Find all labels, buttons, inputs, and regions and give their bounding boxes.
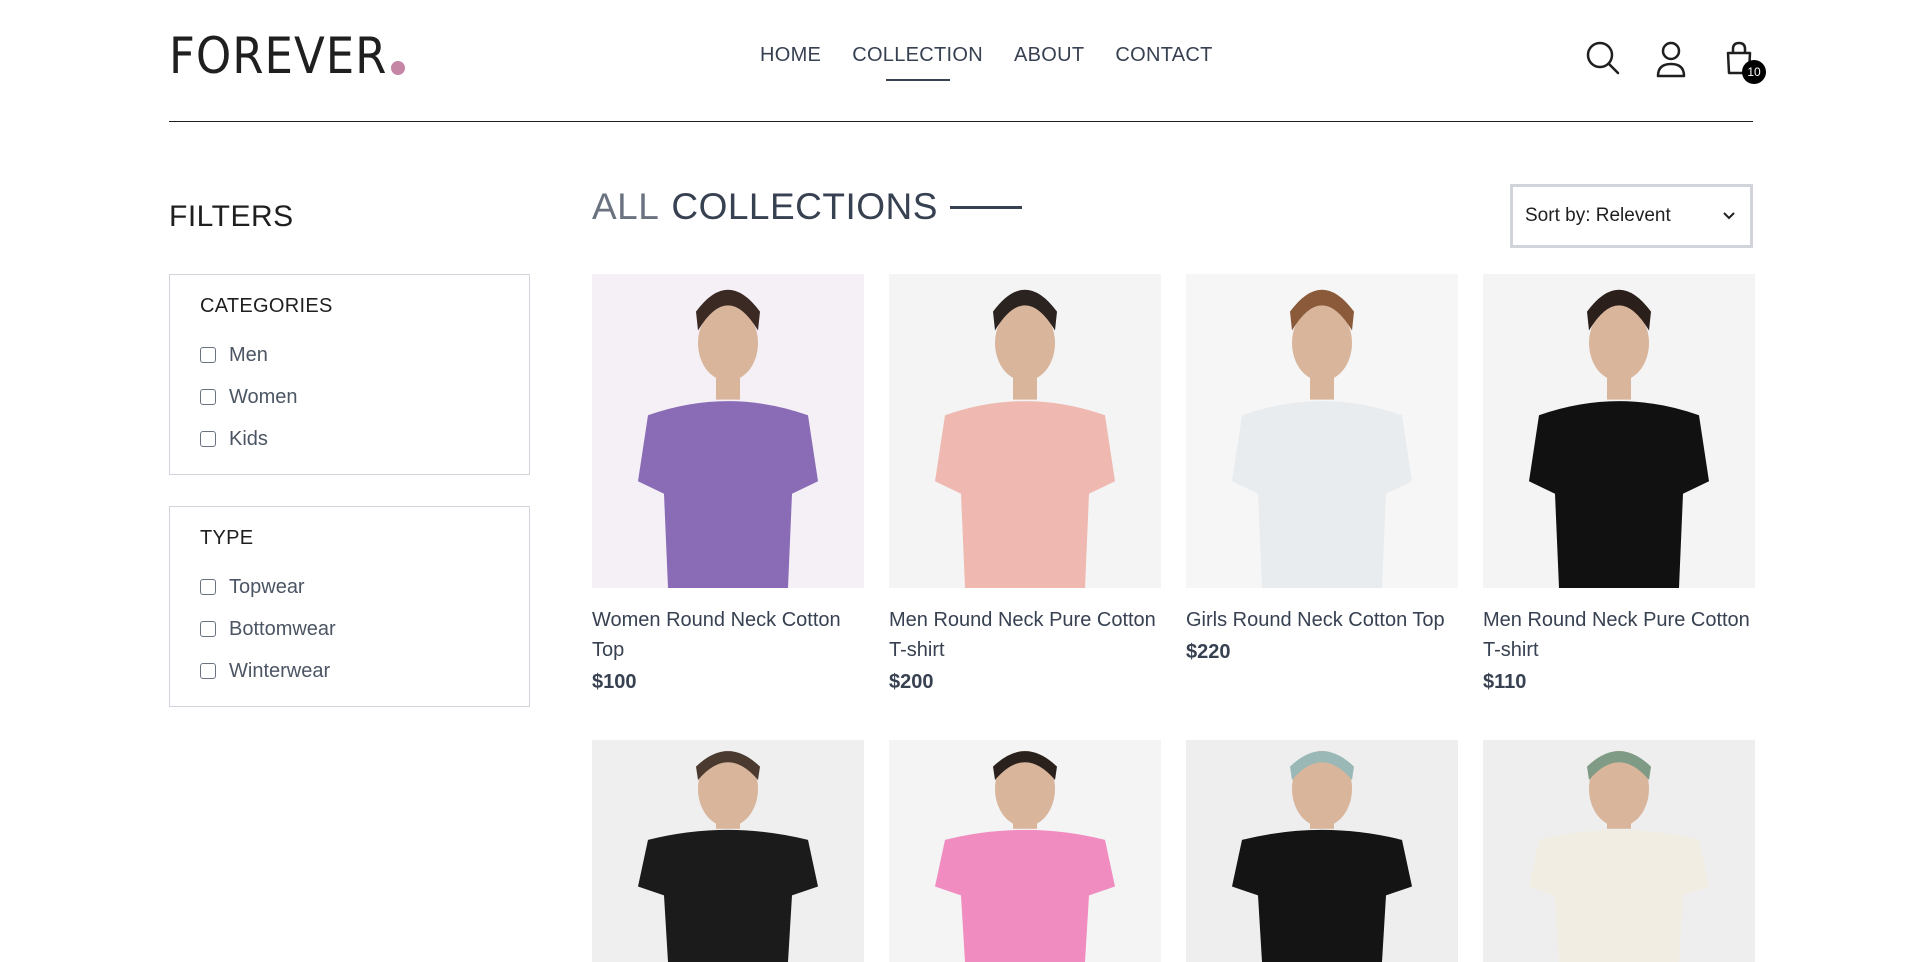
nav-about[interactable]: ABOUT <box>1014 44 1084 67</box>
header-icons: 10 <box>1585 40 1766 84</box>
header-divider <box>169 121 1753 122</box>
shopping-bag-icon[interactable]: 10 <box>1721 40 1766 84</box>
product-price: $100 <box>592 671 637 693</box>
product-card[interactable] <box>889 740 1161 962</box>
product-image[interactable] <box>1483 274 1755 588</box>
product-card[interactable] <box>592 740 864 962</box>
filter-option-winterwear[interactable]: Winterwear <box>200 650 499 692</box>
product-price: $220 <box>1186 641 1231 663</box>
product-image[interactable] <box>1186 274 1458 588</box>
sort-label: Sort by: Relevent <box>1525 205 1671 226</box>
product-name[interactable]: Women Round Neck Cotton Top <box>592 605 864 665</box>
main-nav: HOME COLLECTION ABOUT CONTACT <box>760 44 1213 67</box>
title-dark: COLLECTIONS <box>671 186 938 227</box>
product-image[interactable] <box>889 740 1161 962</box>
type-filter: TYPE Topwear Bottomwear Winterwear <box>169 506 530 707</box>
filters-title[interactable]: FILTERS <box>169 200 294 234</box>
checkbox[interactable] <box>200 431 216 447</box>
brand-name: FOREVER <box>169 27 388 85</box>
product-grid: Women Round Neck Cotton Top $100 Men Rou… <box>592 274 1755 694</box>
filter-option-topwear[interactable]: Topwear <box>200 566 499 608</box>
checkbox[interactable] <box>200 663 216 679</box>
collection-title: ALL COLLECTIONS <box>592 186 1022 228</box>
filter-option-men[interactable]: Men <box>200 334 499 376</box>
product-card[interactable]: Girls Round Neck Cotton Top $220 <box>1186 274 1458 694</box>
filter-option-women[interactable]: Women <box>200 376 499 418</box>
product-card[interactable]: Women Round Neck Cotton Top $100 <box>592 274 864 694</box>
product-image[interactable] <box>1186 740 1458 962</box>
checkbox[interactable] <box>200 621 216 637</box>
nav-collection[interactable]: COLLECTION <box>852 44 983 67</box>
nav-home[interactable]: HOME <box>760 44 821 67</box>
product-grid-row-2 <box>592 740 1755 962</box>
user-icon[interactable] <box>1653 40 1689 78</box>
product-image[interactable] <box>889 274 1161 588</box>
filter-option-bottomwear[interactable]: Bottomwear <box>200 608 499 650</box>
product-card[interactable] <box>1186 740 1458 962</box>
title-underline <box>949 205 1022 209</box>
categories-heading: CATEGORIES <box>200 295 333 317</box>
checkbox[interactable] <box>200 389 216 405</box>
product-price: $110 <box>1483 671 1527 693</box>
product-card[interactable]: Men Round Neck Pure Cotton T-shirt $200 <box>889 274 1161 694</box>
title-light: ALL <box>592 186 660 227</box>
checkbox[interactable] <box>200 579 216 595</box>
product-image[interactable] <box>1483 740 1755 962</box>
option-label: Bottomwear <box>229 617 336 640</box>
nav-contact[interactable]: CONTACT <box>1115 44 1212 67</box>
product-card[interactable]: Men Round Neck Pure Cotton T-shirt $110 <box>1483 274 1755 694</box>
option-label: Winterwear <box>229 659 331 682</box>
option-label: Men <box>229 343 268 366</box>
sort-select[interactable]: Sort by: Relevent <box>1510 184 1753 248</box>
search-icon[interactable] <box>1585 40 1621 76</box>
product-image[interactable] <box>592 740 864 962</box>
product-name[interactable]: Men Round Neck Pure Cotton T-shirt <box>1483 605 1755 665</box>
cart-count-badge: 10 <box>1742 60 1766 84</box>
categories-filter: CATEGORIES Men Women Kids <box>169 274 530 475</box>
product-name[interactable]: Men Round Neck Pure Cotton T-shirt <box>889 605 1161 665</box>
product-card[interactable] <box>1483 740 1755 962</box>
chevron-down-icon <box>1722 205 1736 227</box>
product-image[interactable] <box>592 274 864 588</box>
option-label: Kids <box>229 427 268 450</box>
type-heading: TYPE <box>200 527 254 549</box>
product-price: $200 <box>889 671 934 693</box>
page: FOREVER HOME COLLECTION ABOUT CONTACT 10… <box>0 0 1913 962</box>
filter-option-kids[interactable]: Kids <box>200 418 499 460</box>
option-label: Topwear <box>229 575 305 598</box>
brand-dot <box>391 61 406 75</box>
checkbox[interactable] <box>200 347 216 363</box>
product-name[interactable]: Girls Round Neck Cotton Top <box>1186 605 1458 635</box>
brand-logo[interactable]: FOREVER <box>169 27 406 85</box>
option-label: Women <box>229 385 298 408</box>
